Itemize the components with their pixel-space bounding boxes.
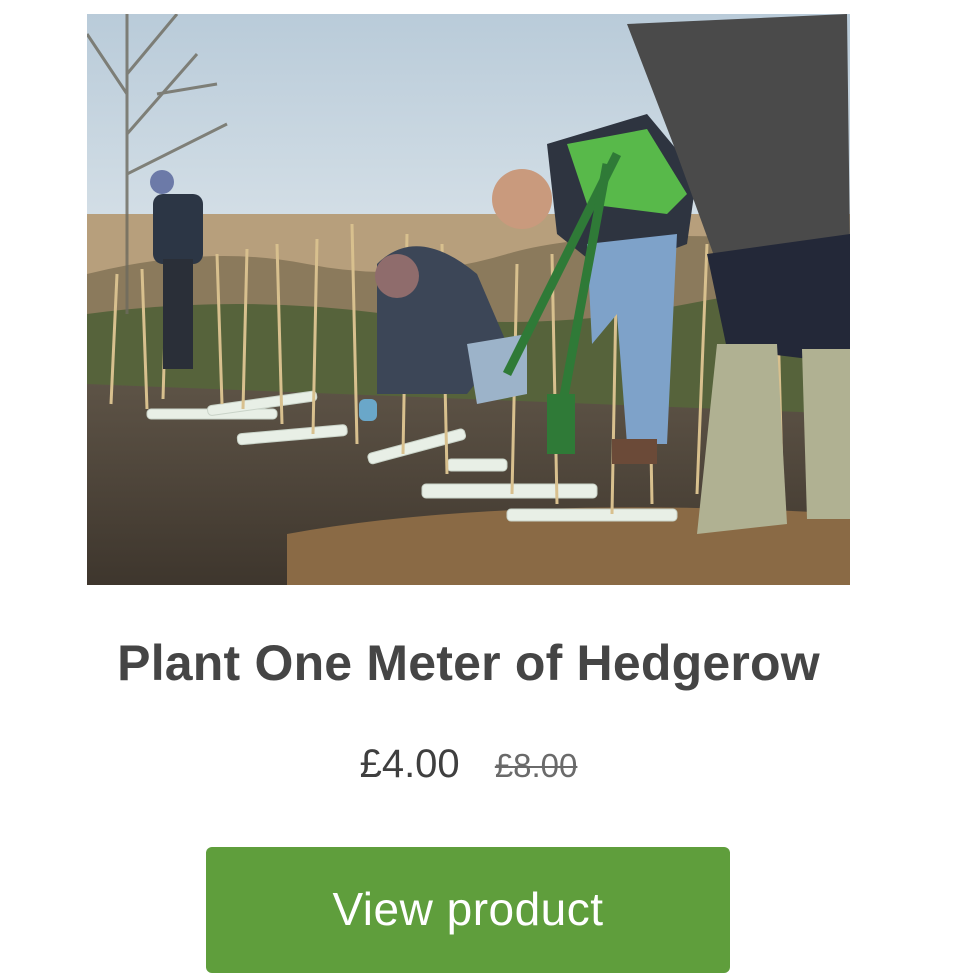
original-price: £8.00 <box>494 747 578 784</box>
view-product-button[interactable]: View product <box>206 847 730 973</box>
price-row: £4.00 £8.00 <box>0 738 937 792</box>
product-image[interactable] <box>87 14 850 585</box>
product-title[interactable]: Plant One Meter of Hedgerow <box>0 632 937 694</box>
product-card: Plant One Meter of Hedgerow £4.00 £8.00 … <box>0 0 980 980</box>
sale-price: £4.00 <box>359 742 460 786</box>
